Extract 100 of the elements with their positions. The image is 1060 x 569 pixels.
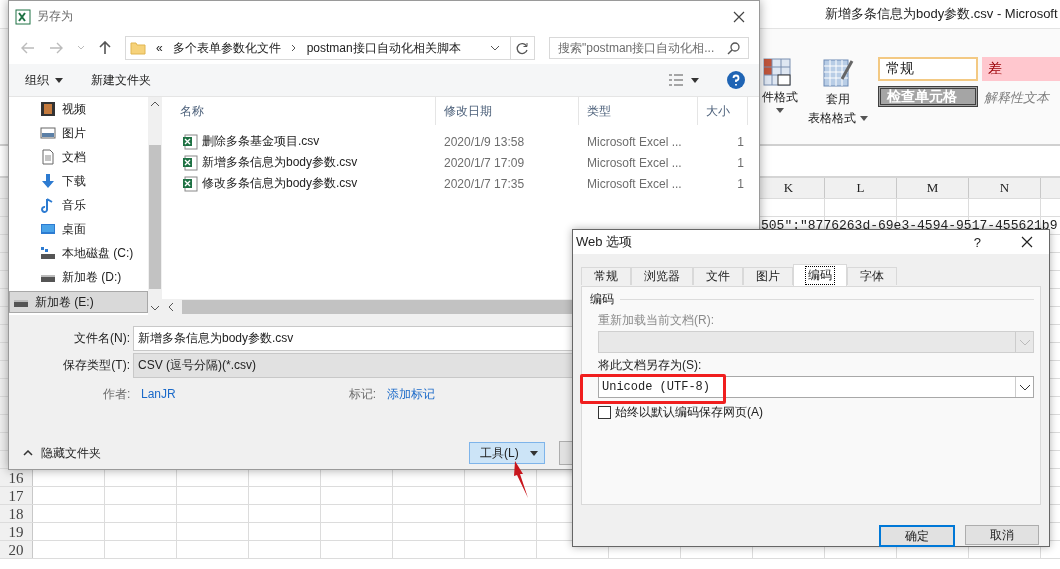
nav-item[interactable]: 下载 xyxy=(9,169,148,194)
tab[interactable]: 编码 xyxy=(793,264,847,286)
file-name[interactable]: 新增多条信息为body参数.csv xyxy=(202,154,358,172)
chevron-down-icon xyxy=(1018,383,1031,391)
ribbon-button-label[interactable]: 件格式 xyxy=(762,89,798,106)
table-cell-text: 2020/1/9 13:58 xyxy=(443,135,526,149)
column-header[interactable]: N xyxy=(969,178,1041,198)
table-brush-icon[interactable] xyxy=(822,57,854,89)
tab[interactable]: 字体 xyxy=(847,267,897,285)
help-button[interactable]: ? xyxy=(973,234,981,250)
cell-style[interactable]: 解释性文本 xyxy=(982,86,1060,110)
spreadsheet-icon xyxy=(15,8,31,25)
spreadsheet-file-icon xyxy=(182,134,198,150)
help-icon[interactable] xyxy=(727,71,745,90)
field-label: 将此文档另存为(S): xyxy=(598,357,703,374)
row-header[interactable]: 18 xyxy=(0,505,33,522)
column-header[interactable]: 大小 xyxy=(698,97,748,126)
field-label: 保存类型(T): xyxy=(63,357,131,374)
column-header[interactable]: M xyxy=(897,178,969,198)
close-icon[interactable] xyxy=(733,10,745,23)
folder-icon xyxy=(130,40,146,57)
window-title: 新增多条信息为body参数.csv - Microsoft xyxy=(825,6,1058,21)
default-encoding-checkbox[interactable]: 始终以默认编码保存网页(A) xyxy=(598,404,1034,421)
table-cell-text: 2020/1/7 17:09 xyxy=(443,156,526,170)
row-header[interactable]: 16 xyxy=(0,469,33,486)
ribbon-button-label[interactable]: 套用 xyxy=(826,91,850,108)
breadcrumb[interactable]: 多个表单参数化文件 xyxy=(172,39,281,57)
system-drive-icon xyxy=(40,245,56,262)
search-field[interactable]: 搜索"postman接口自动化相... xyxy=(549,37,749,60)
dialog-title: Web 选项 xyxy=(576,233,633,251)
chevron-down-icon xyxy=(1018,338,1031,346)
table-cell-text: 2020/1/7 17:35 xyxy=(443,177,526,191)
table-cell-text: 1 xyxy=(736,177,745,191)
table-cell-text: Microsoft Excel ... xyxy=(586,135,683,149)
ribbon-button-label[interactable]: 表格格式 xyxy=(808,110,856,127)
nav-item[interactable]: 视频 xyxy=(9,97,148,122)
table-cell-text: Microsoft Excel ... xyxy=(586,156,683,170)
caret-icon[interactable] xyxy=(860,116,868,121)
hide-folders-button[interactable]: 隐藏文件夹 xyxy=(23,444,101,462)
column-header[interactable]: 名称 xyxy=(162,97,436,126)
cell-text: 505":"8776263d-69e3-4594-9517-455621b9 xyxy=(761,217,1058,234)
organize-menu[interactable]: 组织 xyxy=(25,71,63,89)
document-icon xyxy=(40,149,56,166)
row-header[interactable]: 19 xyxy=(0,523,33,540)
chevron-up-icon xyxy=(23,450,33,456)
tab[interactable]: 图片 xyxy=(743,267,793,285)
row-header[interactable]: 20 xyxy=(0,541,33,558)
nav-item[interactable]: 本地磁盘 (C:) xyxy=(9,241,148,266)
checkbox[interactable] xyxy=(598,406,611,419)
new-folder-button[interactable]: 新建文件夹 xyxy=(91,71,151,89)
cell-style[interactable]: 差 xyxy=(982,57,1060,81)
column-header[interactable]: 类型 xyxy=(579,97,698,126)
cell-style[interactable]: 常规 xyxy=(878,57,978,81)
column-header[interactable]: 修改日期 xyxy=(436,97,579,126)
spreadsheet-file-icon xyxy=(182,155,198,171)
tab[interactable]: 浏览器 xyxy=(631,267,693,285)
address-bar[interactable]: « 多个表单参数化文件 postman接口自动化相关脚本 xyxy=(125,36,535,61)
nav-item[interactable]: 桌面 xyxy=(9,217,148,242)
chevron-down-icon[interactable] xyxy=(150,305,160,311)
field-label: 文件名(N): xyxy=(74,330,131,347)
table-cell-text: Microsoft Excel ... xyxy=(586,177,683,191)
field-label: 标记: xyxy=(348,385,378,403)
author-link[interactable]: LanJR xyxy=(141,387,176,401)
picture-icon xyxy=(40,125,56,142)
save-encoding-dropdown[interactable]: Unicode (UTF-8) xyxy=(598,376,1034,398)
column-header[interactable]: L xyxy=(825,178,897,198)
tab[interactable]: 文件 xyxy=(693,267,743,285)
chevron-up-icon[interactable] xyxy=(150,101,160,108)
close-icon[interactable] xyxy=(1021,236,1033,248)
field-label: 重新加载当前文档(R): xyxy=(598,312,715,329)
refresh-icon[interactable] xyxy=(516,41,529,55)
tab[interactable]: 常规 xyxy=(581,267,631,285)
add-tag-link[interactable]: 添加标记 xyxy=(386,385,435,403)
nav-item[interactable]: 文档 xyxy=(9,145,148,170)
chevron-down-icon[interactable] xyxy=(490,45,500,52)
group-title: 编码 xyxy=(590,291,614,308)
download-icon xyxy=(40,173,56,190)
file-name[interactable]: 删除多条基金项目.csv xyxy=(202,133,320,151)
tools-button[interactable]: 工具(L) xyxy=(469,442,545,464)
view-options-icon[interactable] xyxy=(669,74,699,87)
scrollbar[interactable] xyxy=(148,97,162,315)
nav-item[interactable]: 音乐 xyxy=(9,193,148,218)
conditional-format-icon[interactable] xyxy=(762,57,792,87)
ok-button[interactable]: 确定 xyxy=(879,525,955,547)
cancel-button[interactable]: 取消 xyxy=(965,525,1039,545)
chevron-left-icon[interactable] xyxy=(168,302,174,312)
table-cell-text: 1 xyxy=(736,135,745,149)
breadcrumb[interactable]: « xyxy=(156,41,163,56)
caret-icon[interactable] xyxy=(776,108,784,113)
file-name[interactable]: 修改多条信息为body参数.csv xyxy=(202,175,358,193)
spreadsheet-file-icon xyxy=(182,176,198,192)
chevron-right-icon xyxy=(290,44,297,53)
table-cell-text: 1 xyxy=(736,156,745,170)
nav-item[interactable]: 新加卷 (E:) xyxy=(9,291,148,314)
video-icon xyxy=(40,101,56,118)
up-arrow-icon[interactable] xyxy=(99,41,111,56)
row-header[interactable]: 17 xyxy=(0,487,33,504)
breadcrumb[interactable]: postman接口自动化相关脚本 xyxy=(306,39,461,57)
nav-item[interactable]: 新加卷 (D:) xyxy=(9,265,148,290)
nav-item[interactable]: 图片 xyxy=(9,121,148,146)
